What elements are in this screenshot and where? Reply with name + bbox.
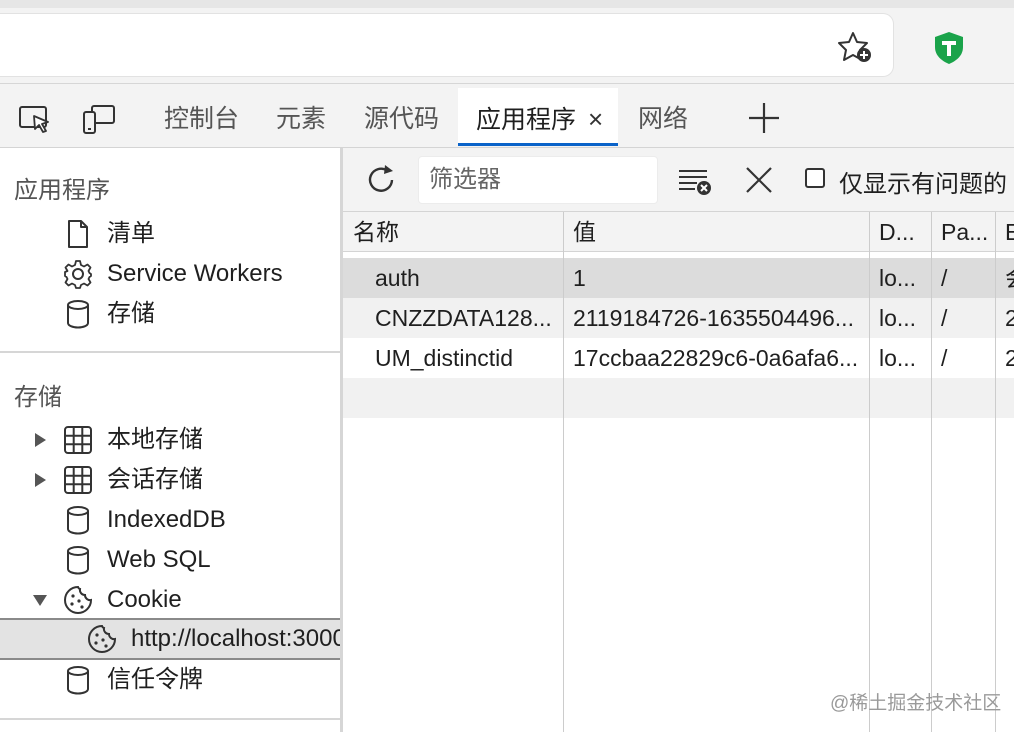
sidebar-item-label: Web SQL xyxy=(107,546,211,573)
close-tab-icon[interactable]: × xyxy=(588,88,603,150)
cell-expires: 2 xyxy=(995,338,1014,378)
divider xyxy=(0,351,340,353)
database-icon xyxy=(67,546,89,575)
sidebar-item-label: 存储 xyxy=(107,300,155,327)
cookie-toolbar: 仅显示有问题的 xyxy=(343,148,1014,212)
delete-selected-icon[interactable] xyxy=(741,162,777,198)
filter-input[interactable] xyxy=(418,156,658,204)
sidebar-item-web-sql[interactable]: Web SQL xyxy=(0,540,340,580)
add-tab-icon[interactable] xyxy=(744,98,784,138)
sidebar-item-label: 信任令牌 xyxy=(107,666,203,693)
sidebar-item-session-storage[interactable]: 会话存储 xyxy=(0,460,340,500)
database-icon xyxy=(67,666,89,695)
watermark-text: @稀土掘金技术社区 xyxy=(830,693,1002,714)
cell-domain: lo... xyxy=(879,265,917,291)
sidebar-item-trust-tokens[interactable]: 信任令牌 xyxy=(0,660,340,700)
table-header: 名称 值 D... Pa... E xyxy=(343,212,1014,252)
expand-arrow-icon[interactable] xyxy=(32,432,48,448)
column-header-expires[interactable]: E xyxy=(995,212,1014,252)
sidebar-item-label: Cookie xyxy=(107,586,182,613)
sidebar-item-manifest[interactable]: 清单 xyxy=(0,214,340,254)
only-issues-label: 仅显示有问题的 xyxy=(839,171,1007,198)
cell-name: CNZZDATA128... xyxy=(375,305,552,331)
cell-value: 17ccbaa22829c6-0a6afa6... xyxy=(573,345,859,371)
tab-console[interactable]: 控制台 xyxy=(156,88,247,146)
sidebar-item-indexeddb[interactable]: IndexedDB xyxy=(0,500,340,540)
table-row[interactable]: CNZZDATA128... 2119184726-1635504496... … xyxy=(343,298,1014,338)
tab-application[interactable]: 应用程序 × xyxy=(458,88,618,146)
column-divider[interactable] xyxy=(995,212,996,732)
cell-path: / xyxy=(941,305,948,331)
gear-icon xyxy=(64,260,92,289)
table-grid-icon xyxy=(64,466,92,494)
cell-path: / xyxy=(941,345,948,371)
sidebar-item-label: IndexedDB xyxy=(107,506,226,533)
cookie-icon xyxy=(88,624,117,653)
cookie-icon xyxy=(64,585,93,614)
section-title-storage: 存储 xyxy=(14,384,62,411)
tab-sources[interactable]: 源代码 xyxy=(356,88,447,146)
inspect-element-icon[interactable] xyxy=(18,102,52,136)
cell-domain: lo... xyxy=(879,305,917,331)
shield-extension-icon[interactable] xyxy=(931,30,967,66)
database-icon xyxy=(67,300,89,329)
cell-value: 1 xyxy=(573,265,586,291)
cookie-table: 名称 值 D... Pa... E auth 1 lo... / 会 CNZZD… xyxy=(343,212,1014,732)
sidebar-item-service-workers[interactable]: Service Workers xyxy=(0,254,340,294)
sidebar-item-label: Service Workers xyxy=(107,260,283,287)
sidebar-item-storage[interactable]: 存储 xyxy=(0,294,340,334)
column-header-path[interactable]: Pa... xyxy=(931,212,995,252)
cookie-panel: 仅显示有问题的 名称 值 D... Pa... E auth 1 lo... /… xyxy=(343,148,1014,732)
database-icon xyxy=(67,506,89,535)
table-grid-icon xyxy=(64,426,92,454)
device-emulation-icon[interactable] xyxy=(82,102,116,136)
clear-all-icon[interactable] xyxy=(677,162,713,198)
cell-domain: lo... xyxy=(879,345,917,371)
sidebar-item-label: 本地存储 xyxy=(107,426,203,453)
cell-value: 2119184726-1635504496... xyxy=(573,305,854,331)
cell-name: auth xyxy=(375,265,420,291)
column-header-name[interactable]: 名称 xyxy=(343,212,563,252)
tab-network[interactable]: 网络 xyxy=(630,88,696,146)
tab-elements[interactable]: 元素 xyxy=(268,88,334,146)
sidebar-item-label: http://localhost:3000 xyxy=(131,625,343,652)
column-divider[interactable] xyxy=(563,212,564,732)
cell-expires: 会 xyxy=(995,258,1014,298)
document-icon xyxy=(68,220,88,248)
add-favorite-icon[interactable] xyxy=(836,30,874,64)
sidebar-item-label: 会话存储 xyxy=(107,466,203,493)
address-bar[interactable] xyxy=(0,14,893,76)
table-row[interactable]: UM_distinctid 17ccbaa22829c6-0a6afa6... … xyxy=(343,338,1014,378)
sidebar-item-label: 清单 xyxy=(107,220,155,247)
column-header-value[interactable]: 值 xyxy=(563,212,869,252)
divider xyxy=(0,718,340,720)
application-sidebar: 应用程序 清单 Service Workers 存储 存储 本地存储 会话存储 … xyxy=(0,148,343,732)
collapse-arrow-icon[interactable] xyxy=(32,592,48,608)
section-title-application: 应用程序 xyxy=(14,177,110,204)
column-divider[interactable] xyxy=(869,212,870,732)
refresh-icon[interactable] xyxy=(363,162,399,198)
cell-expires: 2 xyxy=(995,298,1014,338)
table-row[interactable]: auth 1 lo... / 会 xyxy=(343,258,1014,298)
cell-name: UM_distinctid xyxy=(375,345,514,371)
empty-row xyxy=(343,378,1014,418)
devtools-tabstrip: 控制台 元素 源代码 应用程序 × 网络 xyxy=(0,84,1014,148)
browser-toolbar xyxy=(0,0,1014,84)
tab-application-label: 应用程序 xyxy=(476,106,577,134)
expand-arrow-icon[interactable] xyxy=(32,472,48,488)
sidebar-item-cookie[interactable]: Cookie xyxy=(0,580,340,620)
only-issues-checkbox[interactable] xyxy=(805,168,825,188)
sidebar-item-local-storage[interactable]: 本地存储 xyxy=(0,420,340,460)
column-header-domain[interactable]: D... xyxy=(869,212,931,252)
cell-path: / xyxy=(941,265,948,291)
column-divider[interactable] xyxy=(931,212,932,732)
sidebar-item-cookie-localhost[interactable]: http://localhost:3000 xyxy=(0,618,343,660)
